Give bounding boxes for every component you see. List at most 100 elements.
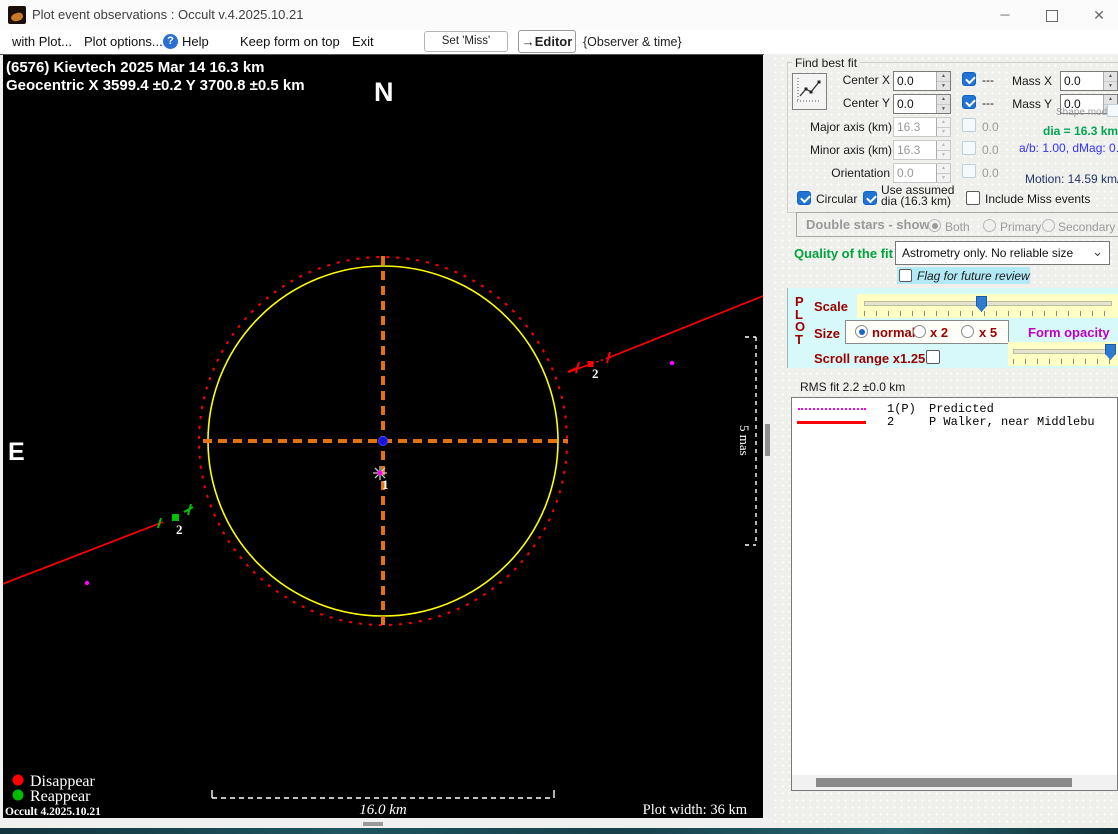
size-normal-label: normal [872,325,916,340]
maximize-icon [1046,9,1058,22]
spin-down-icon[interactable]: ▼ [937,81,950,90]
spin-up-icon: ▲ [937,164,950,174]
scale-slider-thumb[interactable] [976,296,987,312]
center-y-spinner[interactable]: 0.0 ▲ ▼ [893,94,951,114]
flag-review-checkbox[interactable] [899,269,912,282]
orientation-extra: 0.0 [982,166,999,180]
plot-width-label: Plot width: 36 km [643,802,748,818]
spin-down-icon[interactable]: ▼ [937,104,950,113]
list-horizontal-scrollbar-thumb[interactable] [816,778,1072,787]
chord2-label-disappear: 2 [592,366,599,381]
spin-up-icon[interactable]: ▲ [937,95,950,105]
center-x-flag: --- [982,73,994,87]
mass-x-label: Mass X [1011,74,1052,88]
reappear-dot [12,789,24,801]
menu-with-plot[interactable]: with Plot... [12,34,72,49]
legend-reappear: Reappear [30,788,91,805]
quality-dropdown[interactable]: Astrometry only. No reliable size ⌄ [895,241,1110,265]
chord1-label: 1 [382,477,389,492]
menu-plot-options[interactable]: Plot options... [84,34,163,49]
flag-review-label: Flag for future review [917,269,1030,283]
major-axis-spinner: 16.3 ▲ ▼ [893,117,951,137]
orientation-checkbox [962,164,976,178]
observation-desc: P Walker, near Middlebu [929,415,1095,429]
use-assumed-dia-label: Use assumed dia (16.3 km) [881,184,954,207]
plot-vertical-scrollbar-thumb[interactable] [765,424,770,456]
radio-secondary [1042,219,1055,232]
find-best-fit-button[interactable] [792,73,827,110]
center-y-value: 0.0 [897,97,914,111]
window-title: Plot event observations : Occult v.4.202… [32,7,304,22]
size-x5-radio[interactable] [961,325,974,338]
observer-time-label: {Observer & time} [583,35,682,49]
center-y-checkbox[interactable] [962,95,976,109]
editor-button[interactable]: →Editor [518,30,576,53]
plot-title-line1: (6576) Kievtech 2025 Mar 14 16.3 km [6,59,265,76]
major-axis-label: Major axis (km) [810,120,893,134]
minimize-button[interactable]: ─ [982,0,1028,30]
scale-bar-label: 16.0 km [359,802,407,818]
chord1-line-swatch [798,408,866,410]
form-opacity-label: Form opacity [1028,325,1110,340]
center-x-label: Center X [842,73,890,87]
include-miss-checkbox[interactable] [966,191,980,205]
scroll-range-checkbox[interactable] [926,350,940,364]
size-normal-radio[interactable] [855,325,868,338]
plot-version-label: Occult 4.2025.10.21 [5,806,101,818]
form-opacity-slider[interactable] [1008,342,1118,366]
scroll-range-label: Scroll range x1.25 [814,351,926,366]
circular-label: Circular [816,192,858,206]
motion-label: Motion: 14.59 km/s [1025,172,1118,186]
help-icon[interactable]: ? [163,34,178,49]
spin-down-icon[interactable]: ▼ [1104,81,1117,90]
title-bar: Plot event observations : Occult v.4.202… [0,0,1118,30]
orientation-value: 0.0 [897,166,914,180]
plot-title-line2: Geocentric X 3599.4 ±0.2 Y 3700.8 ±0.5 k… [6,77,305,94]
minor-axis-label: Minor axis (km) [810,143,893,157]
circular-checkbox[interactable] [797,191,811,205]
set-miss-times-button[interactable]: Set 'Miss' Times [424,31,508,66]
orientation-spinner: 0.0 ▲ ▼ [893,163,951,183]
ab-dmag-label: a/b: 1.00, dMag: 0.00 [1019,141,1118,155]
find-best-fit-title: Find best fit [792,56,861,70]
quality-label: Quality of the fit [794,246,893,261]
size-x2-label: x 2 [930,325,949,340]
maximize-button[interactable] [1029,0,1075,30]
predicted-point-right [669,360,675,366]
center-y-flag: --- [982,96,994,110]
size-x2-radio[interactable] [913,325,926,338]
center-x-spinner[interactable]: 0.0 ▲ ▼ [893,71,951,91]
chord2-label-reappear: 2 [176,522,183,537]
mass-y-label: Mass Y [1012,97,1052,111]
menu-keep-form-on-top[interactable]: Keep form on top [240,34,340,49]
spin-up-icon[interactable]: ▲ [1104,72,1117,82]
radio-primary [983,219,996,232]
minor-axis-checkbox [962,141,976,155]
spin-down-icon: ▼ [937,127,950,136]
size-x5-label: x 5 [979,325,998,340]
form-opacity-slider-thumb[interactable] [1105,344,1116,360]
scale-slider[interactable] [857,294,1118,318]
observations-list[interactable]: 1(P) Predicted 2 P Walker, near Middlebu [791,397,1118,791]
plot-horizontal-scrollbar-thumb[interactable] [363,822,383,826]
center-y-label: Center Y [842,96,890,110]
center-x-checkbox[interactable] [962,72,976,86]
observation-id: 2 [887,415,895,429]
major-axis-extra: 0.0 [982,120,999,134]
radio-both-label: Both [945,220,970,234]
shape-model-checkbox[interactable] [1107,104,1118,117]
orientation-label: Orientation [831,166,890,180]
spin-down-icon: ▼ [937,150,950,159]
chord2-line-swatch [797,421,866,424]
occultation-plot-canvas[interactable]: 1 2 2 5 mas (6576) Kievtech 2025 Mar 14 … [3,55,763,818]
plot-horizontal-scrollbar[interactable] [0,818,772,828]
spin-down-icon: ▼ [937,173,950,182]
use-assumed-dia-checkbox[interactable] [863,191,877,205]
menu-help[interactable]: Help [182,34,209,49]
close-button[interactable]: ✕ [1076,0,1118,30]
plot-letter: T [795,331,803,347]
menu-exit[interactable]: Exit [352,34,374,49]
mass-x-spinner[interactable]: 0.0 ▲ ▼ [1060,71,1118,91]
spin-up-icon[interactable]: ▲ [937,72,950,82]
minor-axis-spinner: 16.3 ▲ ▼ [893,140,951,160]
